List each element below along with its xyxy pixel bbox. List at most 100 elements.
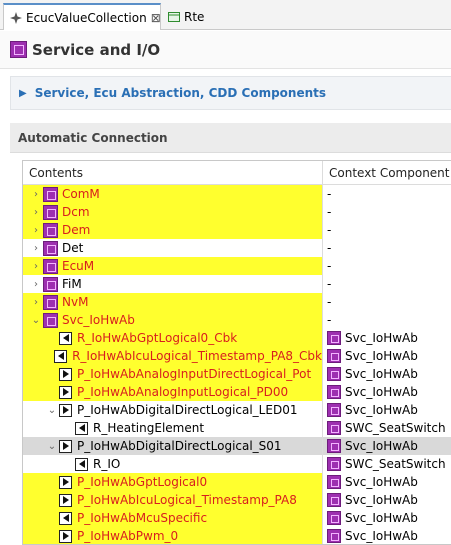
chevron-right-icon[interactable]: › xyxy=(29,225,43,236)
context-cell: - xyxy=(323,293,451,311)
tree-row[interactable]: P_IoHwAbAnalogInputLogical_PD00 Svc_IoHwA… xyxy=(23,383,451,401)
context-label: Svc_IoHwAb xyxy=(345,367,418,381)
contents-cell: › ComM xyxy=(23,185,323,203)
require-port-icon xyxy=(59,331,72,345)
row-label: P_IoHwAbPwm_0 xyxy=(77,529,179,543)
chevron-right-icon[interactable]: › xyxy=(29,189,43,200)
row-label: R_IoHwAbIcuLogical_Timestamp_PA8_Cbk xyxy=(72,349,322,363)
contents-cell: › Det xyxy=(23,239,323,257)
context-label: Svc_IoHwAb xyxy=(345,349,418,363)
section-title[interactable]: Service, Ecu Abstraction, CDD Components xyxy=(35,86,326,100)
column-header-context-component[interactable]: Context Component xyxy=(323,161,451,184)
provide-port-icon xyxy=(59,403,72,417)
tree-row[interactable]: › ComM - xyxy=(23,185,451,203)
require-port-icon xyxy=(54,349,68,363)
page-title: Service and I/O xyxy=(32,40,161,59)
contents-cell: › NvM xyxy=(23,293,323,311)
tree-row[interactable]: ⌄ P_IoHwAbDigitalDirectLogical_LED01 Svc_I… xyxy=(23,401,451,419)
tree-row[interactable]: ⌄ P_IoHwAbDigitalDirectLogical_S01 Svc_IoH… xyxy=(23,437,451,455)
tree-row[interactable]: P_IoHwAbMcuSpecific Svc_IoHwAb xyxy=(23,509,451,527)
require-port-icon xyxy=(59,511,72,525)
context-label: Svc_IoHwAb xyxy=(345,403,418,417)
chevron-right-icon[interactable]: › xyxy=(29,243,43,254)
tree-row[interactable]: › EcuM - xyxy=(23,257,451,275)
section-service-components[interactable]: ▶ Service, Ecu Abstraction, CDD Componen… xyxy=(10,76,451,110)
tab-ecuc-value-collection[interactable]: EcucValueCollection ⊠ xyxy=(3,3,161,30)
chevron-right-icon[interactable]: ▶ xyxy=(19,88,27,99)
row-label: ComM xyxy=(62,187,100,201)
context-label: Svc_IoHwAb xyxy=(345,529,418,543)
contents-cell: › Dcm xyxy=(23,203,323,221)
tree-row[interactable]: P_IoHwAbAnalogInputDirectLogical_Pot Svc_… xyxy=(23,365,451,383)
contents-cell: P_IoHwAbPwm_0 xyxy=(23,527,323,544)
contents-cell: › EcuM xyxy=(23,257,323,275)
chevron-down-icon[interactable]: ⌄ xyxy=(29,315,43,326)
context-label: - xyxy=(327,187,332,201)
tree-row[interactable]: R_IO SWC_SeatSwitch xyxy=(23,455,451,473)
component-icon xyxy=(327,529,341,543)
component-icon xyxy=(327,385,341,399)
contents-cell: ⌄ P_IoHwAbDigitalDirectLogical_S01 xyxy=(23,437,323,455)
chevron-right-icon[interactable]: › xyxy=(29,261,43,272)
contents-cell: P_IoHwAbAnalogInputLogical_PD00 xyxy=(23,383,323,401)
context-label: - xyxy=(327,241,332,255)
component-icon xyxy=(327,331,341,345)
row-label: P_IoHwAbDigitalDirectLogical_S01 xyxy=(77,439,282,453)
row-label: Dcm xyxy=(62,205,90,219)
tree-row[interactable]: ⌄ Svc_IoHwAb - xyxy=(23,311,451,329)
chevron-down-icon[interactable]: ⌄ xyxy=(45,441,59,452)
context-cell: - xyxy=(323,275,451,293)
context-cell: Svc_IoHwAb xyxy=(323,491,451,509)
connection-tree-table[interactable]: Contents Context Component › ComM - › Dcm - › D… xyxy=(22,160,451,545)
component-icon xyxy=(327,421,341,435)
row-label: P_IoHwAbDigitalDirectLogical_LED01 xyxy=(77,403,298,417)
row-label: Dem xyxy=(62,223,91,237)
provide-port-icon xyxy=(59,439,72,453)
context-cell: Svc_IoHwAb xyxy=(323,401,451,419)
context-cell: Svc_IoHwAb xyxy=(323,365,451,383)
tree-row[interactable]: › Det - xyxy=(23,239,451,257)
row-label: NvM xyxy=(62,295,89,309)
contents-cell: P_IoHwAbGptLogical0 xyxy=(23,473,323,491)
tree-row[interactable]: R_HeatingElement SWC_SeatSwitch xyxy=(23,419,451,437)
context-label: - xyxy=(327,259,332,273)
context-cell: Svc_IoHwAb xyxy=(323,437,451,455)
tree-row[interactable]: P_IoHwAbPwm_0 Svc_IoHwAb xyxy=(23,527,451,544)
context-cell: - xyxy=(323,257,451,275)
component-icon xyxy=(327,403,341,417)
component-icon xyxy=(327,493,341,507)
table-header: Contents Context Component xyxy=(23,161,451,185)
row-label: EcuM xyxy=(62,259,95,273)
require-port-icon xyxy=(75,421,88,435)
context-cell: - xyxy=(323,185,451,203)
component-icon xyxy=(327,457,341,471)
column-header-contents[interactable]: Contents xyxy=(23,161,323,184)
chevron-right-icon[interactable]: › xyxy=(29,279,43,290)
provide-port-icon xyxy=(59,529,72,543)
component-icon xyxy=(327,349,341,363)
context-label: - xyxy=(327,295,332,309)
row-label: FiM xyxy=(62,277,82,291)
module-icon xyxy=(43,312,58,328)
chevron-right-icon[interactable]: › xyxy=(29,297,43,308)
tree-row[interactable]: R_IoHwAbIcuLogical_Timestamp_PA8_Cbk Svc_… xyxy=(23,347,451,365)
close-icon[interactable]: ⊠ xyxy=(151,11,161,25)
contents-cell: › Dem xyxy=(23,221,323,239)
tree-row[interactable]: › NvM - xyxy=(23,293,451,311)
tab-rte[interactable]: Rte xyxy=(162,3,222,30)
tab-label: Rte xyxy=(184,9,205,24)
tree-row[interactable]: › Dcm - xyxy=(23,203,451,221)
tree-row[interactable]: R_IoHwAbGptLogical0_Cbk Svc_IoHwAb xyxy=(23,329,451,347)
context-label: Svc_IoHwAb xyxy=(345,331,418,345)
row-label: Svc_IoHwAb xyxy=(62,313,135,327)
tree-row[interactable]: P_IoHwAbIcuLogical_Timestamp_PA8 Svc_IoHw… xyxy=(23,491,451,509)
component-icon xyxy=(327,367,341,381)
section-title: Automatic Connection xyxy=(18,130,168,145)
context-cell: - xyxy=(323,239,451,257)
chevron-down-icon[interactable]: ⌄ xyxy=(45,405,59,416)
tree-row[interactable]: › Dem - xyxy=(23,221,451,239)
tree-row[interactable]: P_IoHwAbGptLogical0 Svc_IoHwAb xyxy=(23,473,451,491)
context-cell: Svc_IoHwAb xyxy=(323,383,451,401)
tree-row[interactable]: › FiM - xyxy=(23,275,451,293)
chevron-right-icon[interactable]: › xyxy=(29,207,43,218)
